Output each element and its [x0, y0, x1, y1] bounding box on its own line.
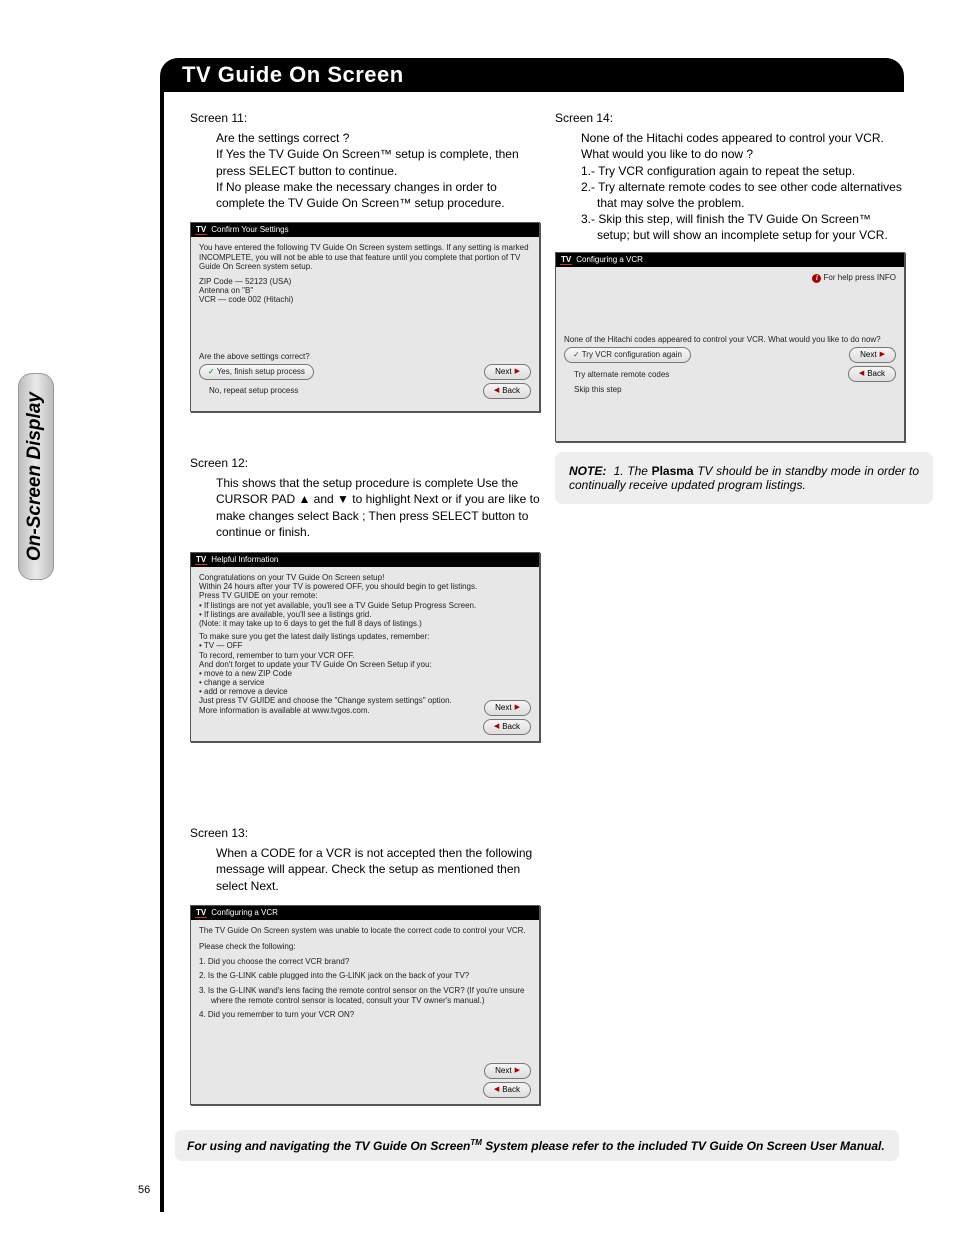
screen14-item: 3.- Skip this step, will finish the TV G…	[581, 211, 905, 243]
page-number: 56	[138, 1184, 150, 1196]
note-box: NOTE: 1. The Plasma TV should be in stan…	[555, 452, 933, 504]
screen11-title: Screen 11:	[190, 110, 540, 126]
screen11-section: Screen 11: Are the settings correct ? If…	[190, 110, 540, 225]
section-divider	[160, 92, 164, 1212]
ss11-option-no[interactable]: No, repeat setup process	[199, 386, 483, 395]
screen12-title: Screen 12:	[190, 455, 540, 471]
ss13-msg: The TV Guide On Screen system was unable…	[199, 926, 531, 936]
ss14-option-try-again[interactable]: ✓ Try VCR configuration again	[564, 347, 691, 363]
ss11-settings-line: VCR — code 002 (Hitachi)	[199, 295, 531, 304]
screenshot-titlebar: TV Confirm Your Settings	[191, 223, 539, 237]
ss12-line: Just press TV GUIDE and choose the "Chan…	[199, 696, 531, 705]
check-icon: ✓	[208, 365, 215, 379]
ss12-line: To make sure you get the latest daily li…	[199, 632, 531, 641]
note-label: NOTE:	[569, 464, 606, 478]
ss11-settings-line: Antenna on "B"	[199, 286, 531, 295]
ss13-item: 4. Did you remember to turn your VCR ON?	[199, 1010, 531, 1020]
screenshot-titlebar: TV Configuring a VCR	[556, 253, 904, 267]
footer-text-post: System please refer to the included TV G…	[482, 1139, 885, 1153]
info-icon: i	[812, 274, 821, 283]
next-button[interactable]: Next▶	[849, 347, 896, 363]
next-button[interactable]: Next▶	[484, 700, 531, 716]
ss12-line: Within 24 hours after your TV is powered…	[199, 582, 531, 591]
ss12-line: • change a service	[199, 678, 531, 687]
screen14-section: Screen 14: None of the Hitachi codes app…	[555, 110, 905, 258]
screenshot-title: Helpful Information	[211, 553, 278, 567]
ss11-question: Are the above settings correct?	[199, 352, 531, 361]
ss13-check: Please check the following:	[199, 942, 531, 952]
triangle-left-icon: ◀	[494, 720, 499, 734]
ss14-question: None of the Hitachi codes appeared to co…	[564, 335, 896, 344]
ss12-line: More information is available at www.tvg…	[199, 706, 531, 715]
ss12-line: Congratulations on your TV Guide On Scre…	[199, 573, 531, 582]
footer-text-pre: For using and navigating the TV Guide On…	[187, 1139, 470, 1153]
ss14-option-skip[interactable]: Skip this step	[564, 385, 896, 394]
screenshot-title: Configuring a VCR	[211, 906, 278, 920]
note-strong: Plasma	[652, 464, 694, 478]
page-title: TV Guide On Screen	[182, 58, 404, 92]
triangle-right-icon: ▶	[880, 348, 885, 362]
triangle-left-icon: ◀	[859, 367, 864, 381]
back-button[interactable]: ◀Back	[848, 366, 896, 382]
ss12-line: • move to a new ZIP Code	[199, 669, 531, 678]
screenshot-12: TV Helpful Information Congratulations o…	[190, 552, 540, 742]
ss13-item: 3. Is the G-LINK wand's lens facing the …	[199, 986, 531, 1007]
screen13-title: Screen 13:	[190, 825, 540, 841]
screen12-section: Screen 12: This shows that the setup pro…	[190, 455, 540, 554]
screen14-title: Screen 14:	[555, 110, 905, 126]
ss12-line: And don't forget to update your TV Guide…	[199, 660, 531, 669]
tvguide-logo: TV	[560, 256, 572, 265]
ss12-line: • add or remove a device	[199, 687, 531, 696]
triangle-right-icon: ▶	[515, 701, 520, 715]
side-tab-label: On-Screen Display	[24, 392, 45, 561]
ss12-line: To record, remember to turn your VCR OFF…	[199, 651, 531, 660]
screen12-line: This shows that the setup procedure is c…	[216, 475, 540, 540]
ss12-line: • TV — OFF	[199, 641, 531, 650]
screenshot-title: Configuring a VCR	[576, 253, 643, 267]
screen14-intro: None of the Hitachi codes appeared to co…	[581, 130, 905, 162]
ss13-item: 1. Did you choose the correct VCR brand?	[199, 957, 531, 967]
ss13-item: 2. Is the G-LINK cable plugged into the …	[199, 971, 531, 981]
ss14-help: For help press INFO	[824, 273, 896, 282]
screenshot-titlebar: TV Configuring a VCR	[191, 906, 539, 920]
check-icon: ✓	[573, 348, 580, 362]
tvguide-logo: TV	[195, 226, 207, 235]
triangle-right-icon: ▶	[515, 1064, 520, 1078]
back-button[interactable]: ◀Back	[483, 719, 531, 735]
ss11-option-yes[interactable]: ✓ Yes, finish setup process	[199, 364, 314, 380]
back-button[interactable]: ◀Back	[483, 1082, 531, 1098]
next-button[interactable]: Next▶	[484, 1063, 531, 1079]
tvguide-logo: TV	[195, 556, 207, 565]
ss12-line: • If listings are available, you'll see …	[199, 610, 531, 619]
side-tab: On-Screen Display	[18, 373, 54, 580]
screenshot-13: TV Configuring a VCR The TV Guide On Scr…	[190, 905, 540, 1105]
ss12-line: Press TV GUIDE on your remote:	[199, 591, 531, 600]
note-head: 1. The	[614, 464, 652, 478]
screen14-item: 1.- Try VCR configuration again to repea…	[581, 163, 905, 179]
ss12-line: (Note: it may take up to 6 days to get t…	[199, 619, 531, 628]
ss14-option-alternate[interactable]: Try alternate remote codes	[564, 370, 848, 379]
ss12-line: • If listings are not yet available, you…	[199, 601, 531, 610]
triangle-left-icon: ◀	[494, 384, 499, 398]
screenshot-titlebar: TV Helpful Information	[191, 553, 539, 567]
screen14-item: 2.- Try alternate remote codes to see ot…	[581, 179, 905, 211]
screen13-section: Screen 13: When a CODE for a VCR is not …	[190, 825, 540, 908]
ss11-msg: You have entered the following TV Guide …	[199, 243, 531, 272]
screenshot-title: Confirm Your Settings	[211, 223, 288, 237]
screen11-line: If Yes the TV Guide On Screen™ setup is …	[216, 146, 540, 178]
screen11-line: Are the settings correct ?	[216, 130, 540, 146]
screenshot-11: TV Confirm Your Settings You have entere…	[190, 222, 540, 412]
next-button[interactable]: Next▶	[484, 364, 531, 380]
ss11-settings-line: ZIP Code — 52123 (USA)	[199, 277, 531, 286]
back-button[interactable]: ◀Back	[483, 383, 531, 399]
tvguide-logo: TV	[195, 909, 207, 918]
triangle-right-icon: ▶	[515, 365, 520, 379]
screen13-line: When a CODE for a VCR is not accepted th…	[216, 845, 540, 894]
footer-note: For using and navigating the TV Guide On…	[175, 1130, 899, 1161]
screenshot-14: TV Configuring a VCR i For help press IN…	[555, 252, 905, 442]
screen11-line: If No please make the necessary changes …	[216, 179, 540, 211]
triangle-left-icon: ◀	[494, 1083, 499, 1097]
